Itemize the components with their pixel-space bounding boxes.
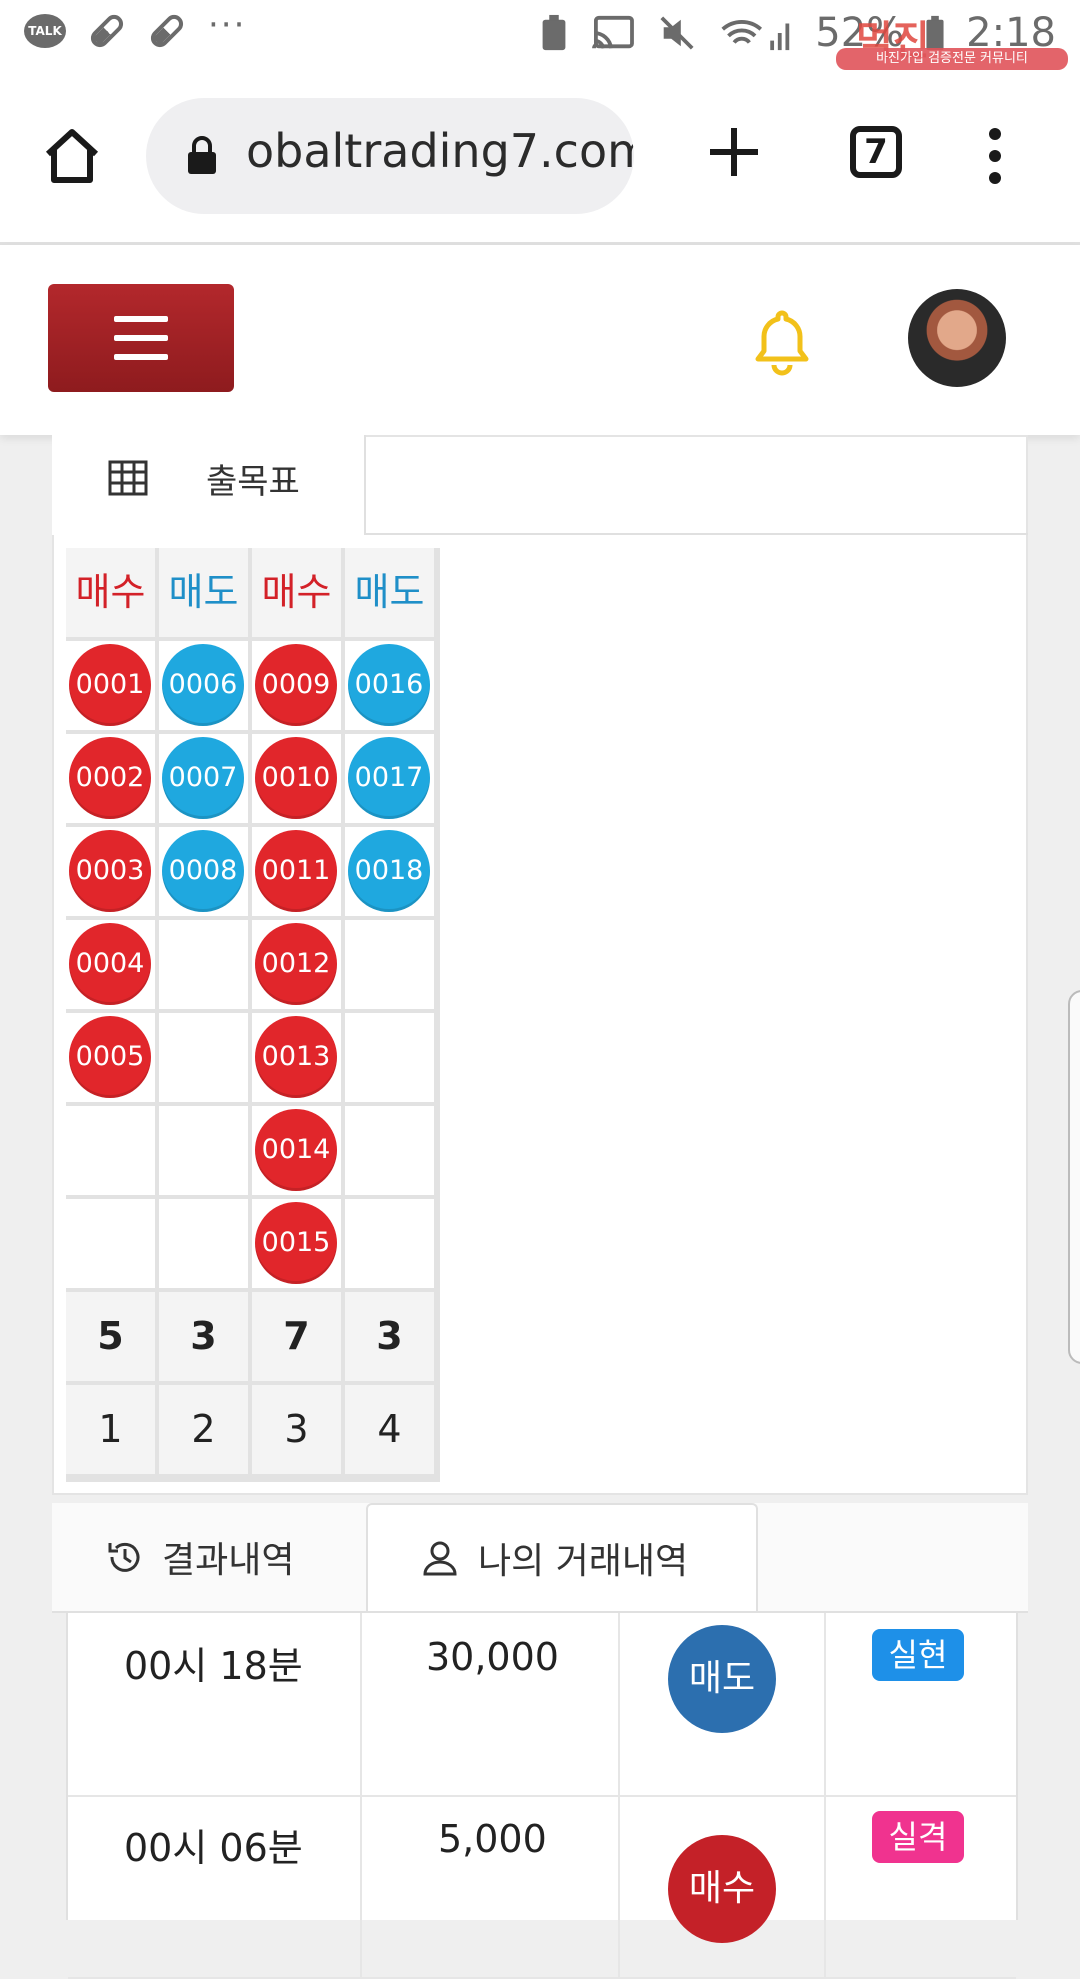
tab-result-history[interactable]: 결과내역	[104, 1503, 364, 1611]
buy-ball: 0013	[255, 1016, 337, 1098]
status-badge: 실격	[872, 1811, 964, 1863]
edge-panel-handle[interactable]	[1068, 990, 1080, 1364]
column-sum: 7	[252, 1292, 341, 1381]
table-row: 00시 06분 5,000 매수 실격	[68, 1795, 1016, 1979]
buy-button[interactable]: 매수	[668, 1835, 776, 1943]
column-sum: 5	[66, 1292, 155, 1381]
column-header: 매수	[252, 548, 341, 637]
tab-label: 나의 거래내역	[478, 1541, 689, 1582]
watermark-subtitle: 바진가입 검증전문 커뮤니티	[836, 48, 1068, 70]
column-header: 매수	[66, 548, 155, 637]
home-icon[interactable]	[40, 124, 104, 188]
status-badge: 실현	[872, 1629, 964, 1681]
column-header: 매도	[159, 548, 248, 637]
hamburger-line	[114, 335, 168, 341]
app-header	[0, 245, 1080, 435]
sell-button[interactable]: 매도	[668, 1625, 776, 1733]
buy-ball: 0001	[69, 644, 151, 726]
tab-switcher-button[interactable]: 7	[850, 126, 902, 178]
hamburger-line	[114, 354, 168, 360]
column-sum: 3	[345, 1292, 434, 1381]
column-index: 4	[345, 1385, 434, 1474]
tab-label: 출목표	[206, 462, 300, 502]
trade-amount: 30,000	[426, 1635, 559, 1679]
tab-my-trades[interactable]: 나의 거래내역	[366, 1503, 758, 1611]
buy-ball: 0012	[255, 923, 337, 1005]
buy-ball: 0002	[69, 737, 151, 819]
sell-ball: 0007	[162, 737, 244, 819]
trade-amount: 5,000	[438, 1817, 547, 1861]
column-header: 매도	[345, 548, 434, 637]
column-sum: 3	[159, 1292, 248, 1381]
avatar[interactable]	[908, 289, 1006, 387]
buy-ball: 0004	[69, 923, 151, 1005]
lock-icon	[188, 136, 216, 174]
kakaotalk-notification-icon: TALK	[24, 14, 66, 48]
sell-ball: 0016	[348, 644, 430, 726]
history-icon	[108, 1542, 140, 1572]
bell-icon[interactable]	[750, 307, 814, 377]
trade-time: 00시 06분	[124, 1826, 303, 1870]
column-index: 1	[66, 1385, 155, 1474]
column-header-label: 매수	[261, 570, 332, 614]
watermark-logo: 먹진 바진가입 검증전문 커뮤니티	[836, 8, 1068, 70]
tab-label: 결과내역	[162, 1540, 295, 1581]
buy-ball: 0015	[255, 1202, 337, 1284]
column-index: 2	[159, 1385, 248, 1474]
status-left: TALK ···	[24, 5, 246, 51]
address-bar[interactable]: obaltrading7.com	[146, 98, 634, 214]
history-tabs: 결과내역 나의 거래내역	[52, 1503, 1028, 1613]
column-index: 3	[252, 1385, 341, 1474]
sell-ball: 0006	[162, 644, 244, 726]
pill-notification-icon	[87, 11, 127, 51]
result-grid: 매수 매도 매수 매도 0001 0002 0003 0004 0005 000…	[66, 548, 440, 1482]
browser-toolbar: obaltrading7.com 7	[0, 78, 1080, 245]
overflow-menu-icon[interactable]	[980, 126, 1010, 186]
mute-icon	[660, 16, 694, 50]
table-grid-icon	[108, 460, 148, 496]
trade-time: 00시 18분	[124, 1644, 303, 1688]
recycle-battery-icon	[542, 14, 566, 51]
url-text[interactable]: obaltrading7.com	[246, 124, 634, 178]
column-header-label: 매도	[168, 570, 239, 614]
sell-ball: 0008	[162, 830, 244, 912]
cast-icon	[592, 15, 635, 49]
column-header-label: 매도	[354, 570, 425, 614]
hamburger-menu-button[interactable]	[48, 284, 234, 392]
buy-ball: 0003	[69, 830, 151, 912]
buy-ball: 0010	[255, 737, 337, 819]
sell-ball: 0017	[348, 737, 430, 819]
pill-notification-icon-2	[147, 11, 187, 51]
tab-divider	[366, 533, 1028, 535]
buy-ball: 0014	[255, 1109, 337, 1191]
buy-ball: 0005	[69, 1016, 151, 1098]
hamburger-line	[114, 316, 168, 322]
trade-table: 00시 18분 30,000 매도 실현 00시 06분 5,000 매수 실격	[66, 1613, 1018, 1979]
sell-ball: 0018	[348, 830, 430, 912]
new-tab-icon[interactable]	[704, 122, 764, 182]
table-row: 00시 18분 30,000 매도 실현	[68, 1613, 1016, 1797]
buy-ball: 0011	[255, 830, 337, 912]
user-icon	[423, 1541, 457, 1576]
more-notifications-icon: ···	[208, 5, 247, 45]
buy-ball: 0009	[255, 644, 337, 726]
wifi-signal-icon	[721, 20, 790, 51]
column-header-label: 매수	[75, 570, 146, 614]
status-bar: TALK ··· 52% 2:18 먹진 바진가입 검증전문 커뮤니티	[0, 0, 1080, 78]
